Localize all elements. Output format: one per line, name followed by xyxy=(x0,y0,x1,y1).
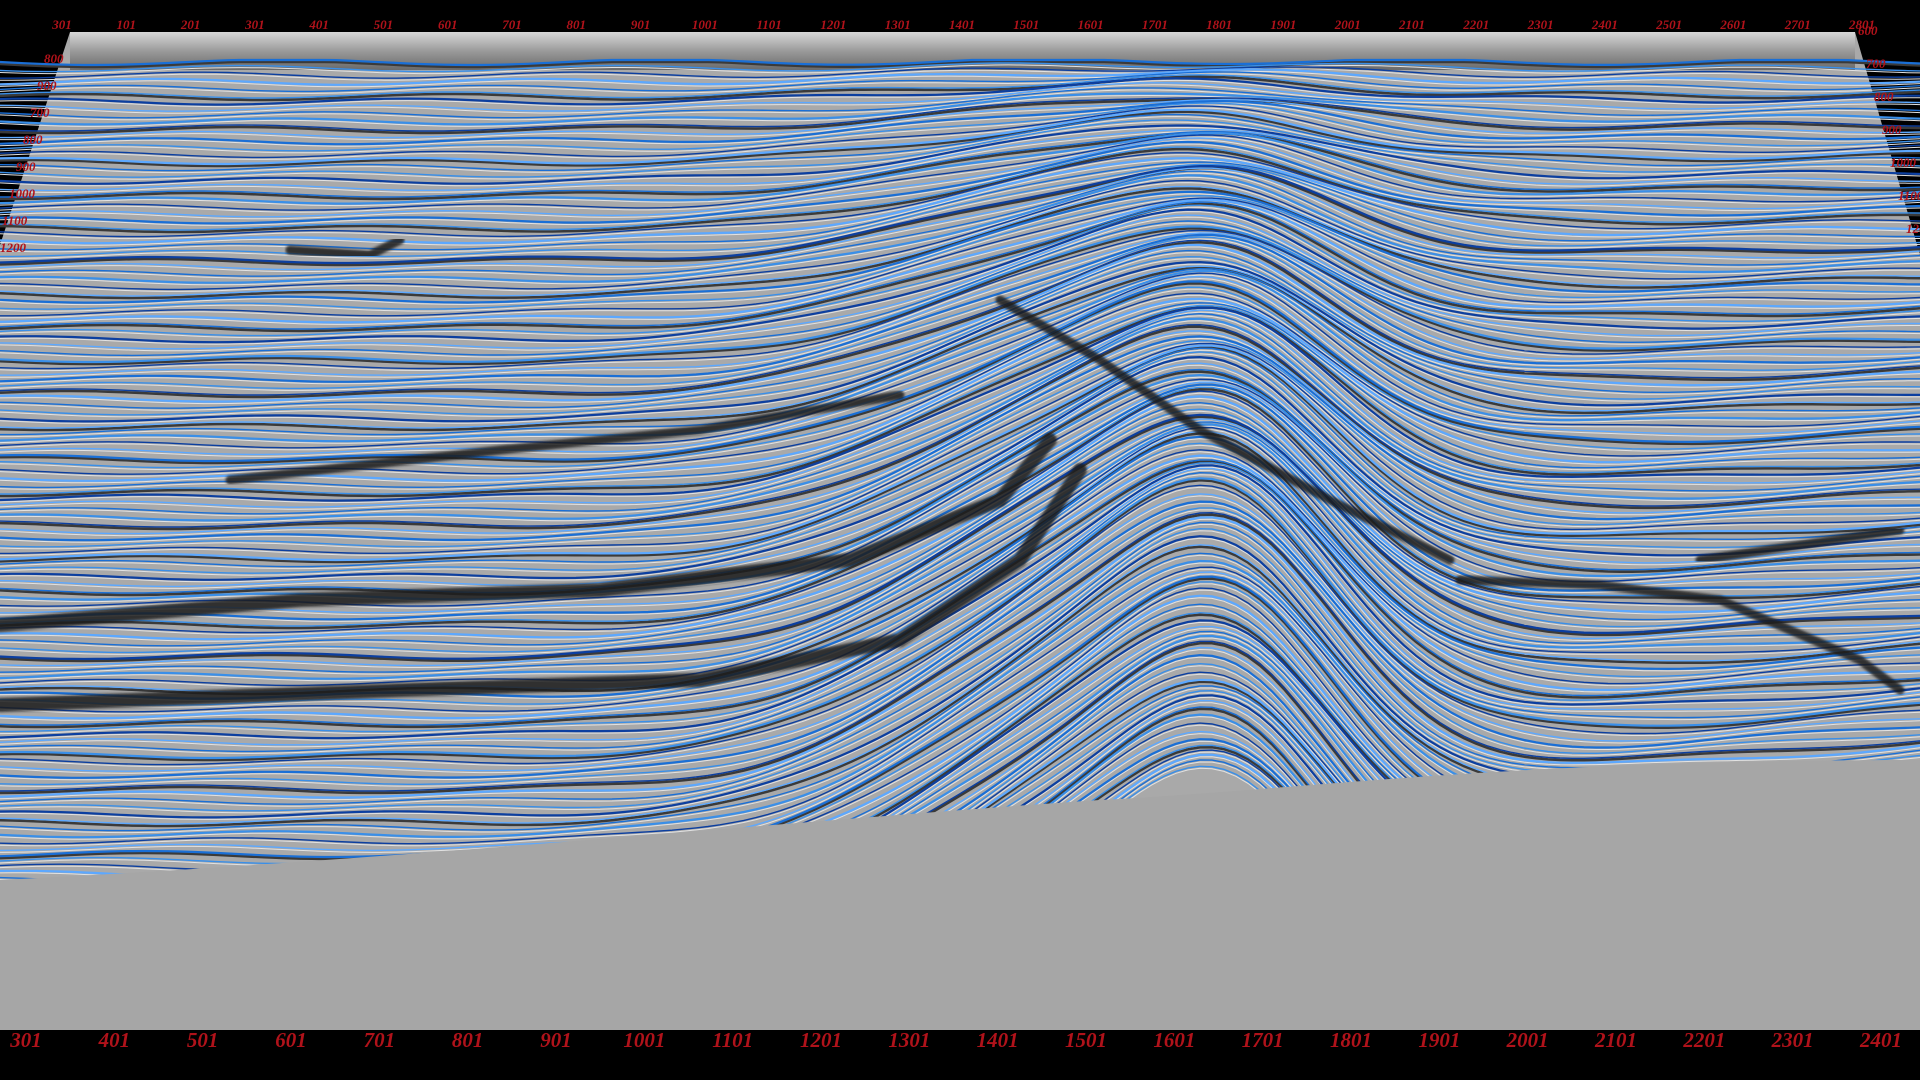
bottom-axis-label-14: 1701 xyxy=(1241,1028,1284,1052)
bottom-axis-label-18: 2101 xyxy=(1595,1028,1637,1052)
top-axis-label-24: 2401 xyxy=(1591,17,1618,32)
top-axis-label-12: 1201 xyxy=(820,17,847,32)
right-axis-label-0: 600 xyxy=(1858,23,1878,38)
bottom-axis-label-17: 2001 xyxy=(1506,1028,1549,1052)
top-axis-label-23: 2301 xyxy=(1527,17,1554,32)
bottom-axis-label-2: 501 xyxy=(186,1028,219,1052)
top-axis-label-4: 401 xyxy=(309,17,329,32)
left-axis-label-7: 1200 xyxy=(0,240,26,255)
top-axis-label-16: 1601 xyxy=(1077,17,1104,32)
right-axis-label-4: 1000 xyxy=(1890,155,1916,170)
bottom-axis-label-16: 1901 xyxy=(1418,1028,1461,1052)
top-axis-label-25: 2501 xyxy=(1656,17,1683,32)
top-axis-label-17: 1701 xyxy=(1141,17,1168,32)
bottom-axis-label-12: 1501 xyxy=(1065,1028,1107,1052)
left-axis-label-2: 700 xyxy=(30,105,50,120)
bottom-axis-label-21: 2401 xyxy=(1860,1028,1902,1052)
right-axis-label-1: 700 xyxy=(1866,56,1886,71)
bottom-axis-label-19: 2201 xyxy=(1683,1028,1726,1052)
top-axis-label-1: 101 xyxy=(116,17,137,32)
top-axis-label-0: 301 xyxy=(52,17,72,32)
top-axis-label-2: 201 xyxy=(180,17,201,32)
top-axis-label-26: 2601 xyxy=(1720,17,1747,32)
top-axis-label-22: 2201 xyxy=(1463,17,1490,32)
bottom-axis-label-10: 1301 xyxy=(888,1028,931,1052)
seismic-3d-viewport[interactable]: 301 101 201 301 401 501 601 701 801 901 1001 1101 12… xyxy=(0,0,1920,1080)
top-axis-label-9: 901 xyxy=(630,17,651,32)
bottom-axis-label-8: 1101 xyxy=(712,1028,754,1052)
left-axis-label-6: 1100 xyxy=(2,213,28,228)
top-axis-label-27: 2701 xyxy=(1784,17,1811,32)
top-axis-label-19: 1901 xyxy=(1270,17,1297,32)
top-axis-label-20: 2001 xyxy=(1334,17,1361,32)
top-axis-label-18: 1801 xyxy=(1206,17,1233,32)
top-axis-label-7: 701 xyxy=(502,17,522,32)
top-axis-label-10: 1001 xyxy=(691,17,718,32)
bottom-axis-label-7: 1001 xyxy=(623,1028,666,1052)
left-axis-label-3: 800 xyxy=(23,132,43,147)
right-axis-label-3: 900 xyxy=(1882,122,1902,137)
bottom-axis-label-6: 901 xyxy=(540,1028,572,1052)
right-axis-label-6: 1200 xyxy=(1906,221,1920,236)
top-axis-label-6: 601 xyxy=(437,17,458,32)
bottom-axis-label-11: 1401 xyxy=(976,1028,1019,1052)
bottom-axis-label-13: 1601 xyxy=(1153,1028,1196,1052)
top-axis-label-13: 1301 xyxy=(884,17,911,32)
bottom-axis-label-1: 401 xyxy=(98,1028,131,1052)
top-axis-label-15: 1501 xyxy=(1013,17,1040,32)
left-axis-label-5: 1000 xyxy=(9,186,35,201)
bottom-axis-label-3: 601 xyxy=(275,1028,307,1052)
top-axis-label-14: 1401 xyxy=(949,17,975,32)
top-axis-label-5: 501 xyxy=(373,17,394,32)
left-axis-label-0: 800 xyxy=(44,51,64,66)
bottom-axis-label-9: 1201 xyxy=(800,1028,842,1052)
seismic-surface-render xyxy=(0,0,1920,1080)
left-axis-label-1: 900 xyxy=(37,78,57,93)
top-axis-label-11: 1101 xyxy=(756,17,782,32)
bottom-axis-label-4: 701 xyxy=(363,1028,396,1052)
bottom-axis-label-15: 1801 xyxy=(1330,1028,1372,1052)
bottom-axis-label-5: 801 xyxy=(451,1028,484,1052)
bottom-axis-label-20: 2301 xyxy=(1771,1028,1814,1052)
right-axis-label-5: 1100 xyxy=(1898,188,1920,203)
top-axis-label-3: 301 xyxy=(245,17,265,32)
top-axis-label-21: 2101 xyxy=(1399,17,1425,32)
bottom-axis-label-0: 301 xyxy=(10,1028,42,1052)
top-axis-label-8: 801 xyxy=(566,17,587,32)
left-axis-label-4: 900 xyxy=(16,159,36,174)
right-axis-label-2: 800 xyxy=(1874,89,1894,104)
